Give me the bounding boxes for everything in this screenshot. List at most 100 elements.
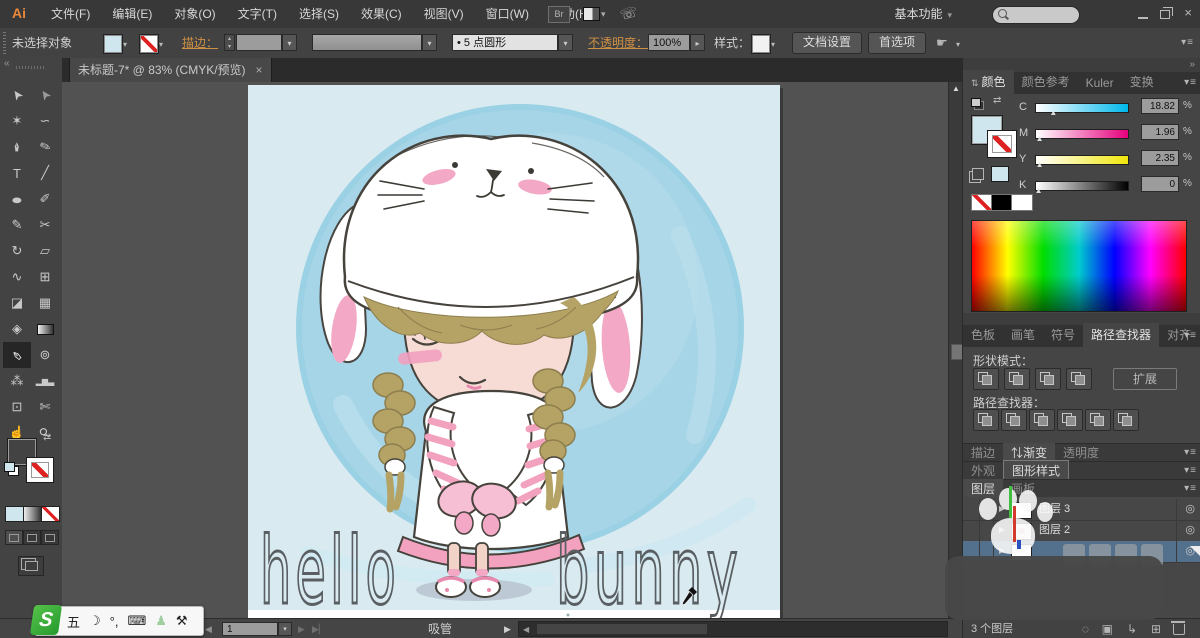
collapsed-tab-图层[interactable]: 图层 — [963, 479, 1004, 498]
slider-thumb[interactable]: ▲ — [1036, 134, 1044, 143]
gradient-mode-button[interactable] — [23, 506, 42, 522]
layer-thumbnail[interactable] — [1011, 544, 1032, 561]
color-mode-button[interactable] — [5, 506, 24, 522]
pen-tool[interactable]: ✒ — [3, 134, 31, 160]
menu-item-3[interactable]: 文字(T) — [227, 0, 288, 28]
layer-target-icon[interactable]: ◎ — [1185, 520, 1195, 541]
locate-object-icon[interactable]: ◌ — [1082, 622, 1089, 636]
tab-Kuler[interactable]: Kuler — [1078, 73, 1122, 94]
symbol-sprayer-tool[interactable]: ⁂ — [3, 368, 31, 394]
out-of-gamut-cube-icon[interactable] — [972, 168, 984, 180]
selection-tool[interactable]: ➤ — [3, 82, 31, 108]
free-transform-tool[interactable]: ⊞ — [31, 264, 59, 290]
lock-column[interactable] — [979, 520, 994, 541]
menu-item-2[interactable]: 对象(O) — [163, 0, 226, 28]
controlbar-grip[interactable] — [3, 32, 6, 54]
line-segment-tool[interactable]: ╱ — [31, 160, 59, 186]
cs-live-icon[interactable]: ☏ — [618, 3, 639, 24]
slider-track[interactable] — [1035, 155, 1129, 165]
type-tool[interactable]: T — [3, 160, 31, 186]
white-swatch[interactable] — [1011, 194, 1033, 211]
scale-tool[interactable]: ▱ — [31, 238, 59, 264]
menu-item-6[interactable]: 视图(V) — [413, 0, 475, 28]
variable-width-profile-field[interactable]: • 5 点圆形 — [452, 34, 558, 51]
artboard-tool[interactable]: ⊡ — [3, 394, 31, 420]
exclude-button[interactable] — [1066, 368, 1092, 390]
stroke-caret-icon[interactable]: ▾ — [159, 40, 163, 49]
trim-button[interactable] — [1001, 409, 1027, 431]
document-tab[interactable]: 未标题-7* @ 83% (CMYK/预览) × — [69, 58, 272, 82]
unite-button[interactable] — [973, 368, 999, 390]
fill-color-swatch[interactable] — [104, 35, 122, 53]
expand-button[interactable]: 扩展 — [1113, 368, 1177, 390]
opacity-link[interactable]: 不透明度： — [588, 28, 648, 58]
controlbar-menu-icon[interactable]: ▾≡ — [1181, 28, 1194, 58]
lock-column[interactable] — [979, 541, 994, 562]
first-artboard-icon[interactable]: ◀ — [205, 619, 212, 638]
bridge-button[interactable]: Br — [548, 6, 570, 23]
collapsed-tab-图形样式[interactable]: 图形样式 — [1003, 460, 1070, 481]
brush-definition-field[interactable] — [312, 34, 422, 51]
menu-item-0[interactable]: 文件(F) — [40, 0, 101, 28]
scroll-left-icon[interactable]: ◀ — [523, 625, 529, 634]
color-spectrum[interactable] — [971, 220, 1187, 312]
gradient-tool[interactable] — [31, 316, 59, 342]
layer-row[interactable]: ▶ 图层 2 ◎ — [963, 520, 1200, 542]
menu-item-7[interactable]: 窗口(W) — [475, 0, 540, 28]
divide-button[interactable] — [973, 409, 999, 431]
next-artboard-icon[interactable]: ▶ — [298, 619, 305, 638]
style-swatch[interactable] — [752, 35, 770, 53]
lasso-tool[interactable]: ∽ — [31, 108, 59, 134]
fill-caret-icon[interactable]: ▾ — [123, 40, 127, 49]
crop-button[interactable] — [1057, 409, 1083, 431]
ime-punct-icon[interactable]: °, — [110, 614, 119, 629]
artboard-number-field[interactable]: 1 — [222, 622, 278, 636]
collapsed-tab-描边[interactable]: 描边 — [963, 443, 1003, 462]
preferences-button[interactable]: 首选项 — [868, 32, 927, 54]
collapsed-tab-画板[interactable]: 画板 — [1003, 479, 1043, 498]
swap-fill-stroke-icon[interactable]: ⇄ — [43, 432, 51, 443]
pathfinder-panel-menu-icon[interactable]: ▾≡ — [1184, 330, 1197, 341]
tab-色板[interactable]: 色板 — [963, 323, 1003, 347]
shape-builder-tool[interactable]: ◪ — [3, 290, 31, 316]
ime-moon-icon[interactable]: ☽ — [89, 613, 101, 629]
status-expand-icon[interactable]: ▶ — [504, 619, 511, 638]
tab-画笔[interactable]: 画笔 — [1003, 323, 1043, 347]
blend-tool[interactable]: ⊚ — [31, 342, 59, 368]
perspective-grid-tool[interactable]: ▦ — [31, 290, 59, 316]
expand-layer-icon[interactable]: ▶ — [999, 546, 1005, 555]
make-clipping-mask-icon[interactable]: ▣ — [1102, 622, 1113, 636]
layer-thumbnail[interactable] — [1011, 523, 1032, 540]
slice-tool[interactable]: ✄ — [31, 394, 59, 420]
rotate-tool[interactable]: ↻ — [3, 238, 31, 264]
toolbar-stroke-swatch[interactable] — [26, 457, 54, 483]
variable-width-caret[interactable]: ▾ — [558, 34, 573, 51]
arrange-documents-icon[interactable] — [583, 7, 600, 21]
menu-item-5[interactable]: 效果(C) — [350, 0, 413, 28]
swap-colors-icon[interactable]: ⇄ — [993, 95, 1001, 106]
visibility-column[interactable] — [963, 541, 980, 562]
stroke-weight-caret[interactable]: ▾ — [282, 34, 297, 51]
draw-normal-button[interactable] — [5, 530, 23, 545]
tab-符号[interactable]: 符号 — [1043, 323, 1083, 347]
style-caret-icon[interactable]: ▾ — [771, 40, 775, 49]
stroke-weight-stepper[interactable]: ▴ ▾ — [224, 34, 235, 51]
slider-value[interactable]: 0 — [1141, 176, 1179, 192]
screen-mode-button[interactable] — [18, 556, 44, 576]
intersect-button[interactable] — [1035, 368, 1061, 390]
tools-grip[interactable] — [16, 66, 46, 69]
expand-layer-icon[interactable]: ▶ — [999, 525, 1005, 534]
last-artboard-icon[interactable]: ▶▏ — [312, 619, 326, 638]
brush-definition-caret[interactable]: ▾ — [422, 34, 437, 51]
layer-row[interactable]: ▶ 图层 3 ◎ — [963, 499, 1200, 521]
ime-account-icon[interactable]: ♟ — [155, 613, 167, 629]
color-panel-menu-icon[interactable]: ▾≡ — [1184, 77, 1197, 88]
none-mode-button[interactable] — [41, 506, 60, 522]
slider-track[interactable] — [1035, 181, 1129, 191]
tab-颜色参考[interactable]: 颜色参考 — [1014, 70, 1078, 94]
slider-value[interactable]: 18.82 — [1141, 98, 1179, 114]
slider-thumb[interactable]: ▲ — [1035, 186, 1043, 195]
close-button[interactable]: × — [1184, 6, 1192, 19]
paintbrush-tool[interactable]: ✐ — [31, 186, 59, 212]
width-tool[interactable]: ∿ — [3, 264, 31, 290]
